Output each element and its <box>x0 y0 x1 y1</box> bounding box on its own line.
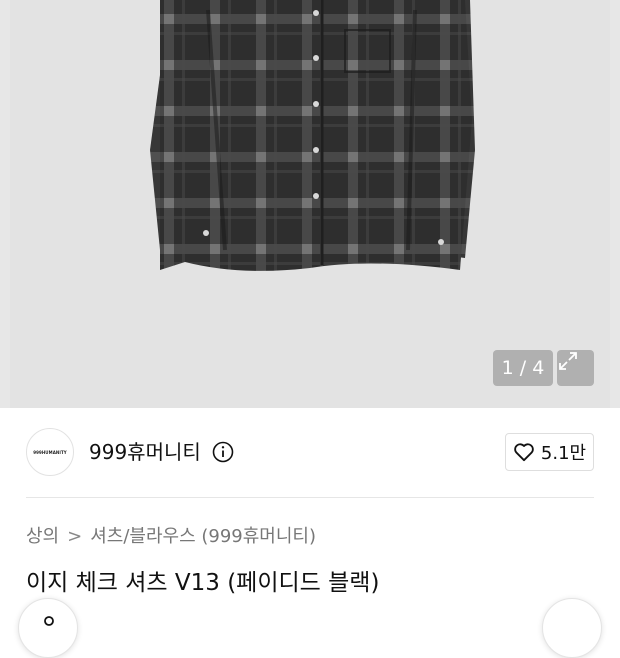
expand-icon <box>559 352 577 370</box>
shirt-image <box>150 0 475 271</box>
brand-name[interactable]: 999휴머니티 <box>89 438 201 466</box>
floating-button-right[interactable] <box>542 598 602 658</box>
brand-logo-text: 999HUMANITY <box>33 449 67 455</box>
breadcrumb-subcategory[interactable]: 셔츠/블라우스 (999휴머니티) <box>90 526 316 547</box>
product-image[interactable] <box>10 0 610 408</box>
info-icon[interactable] <box>212 441 234 463</box>
breadcrumb: 상의 > 셔츠/블라우스 (999휴머니티) <box>26 524 316 550</box>
breadcrumb-category[interactable]: 상의 <box>26 526 59 547</box>
product-image-gallery[interactable]: 1 / 4 <box>0 0 620 408</box>
floating-button-left[interactable] <box>18 598 78 658</box>
image-counter: 1 / 4 <box>493 350 553 386</box>
brand-logo[interactable]: 999HUMANITY <box>26 428 74 476</box>
heart-icon <box>514 443 534 462</box>
product-title: 이지 체크 셔츠 V13 (페이디드 블랙) <box>26 570 380 596</box>
divider <box>26 497 594 498</box>
like-button[interactable]: 5.1만 <box>505 433 594 471</box>
breadcrumb-separator: > <box>67 526 83 547</box>
person-icon <box>44 616 54 626</box>
expand-button[interactable] <box>557 350 594 386</box>
like-count: 5.1만 <box>540 443 587 464</box>
brand-row: 999HUMANITY 999휴머니티 5.1만 <box>0 408 620 498</box>
